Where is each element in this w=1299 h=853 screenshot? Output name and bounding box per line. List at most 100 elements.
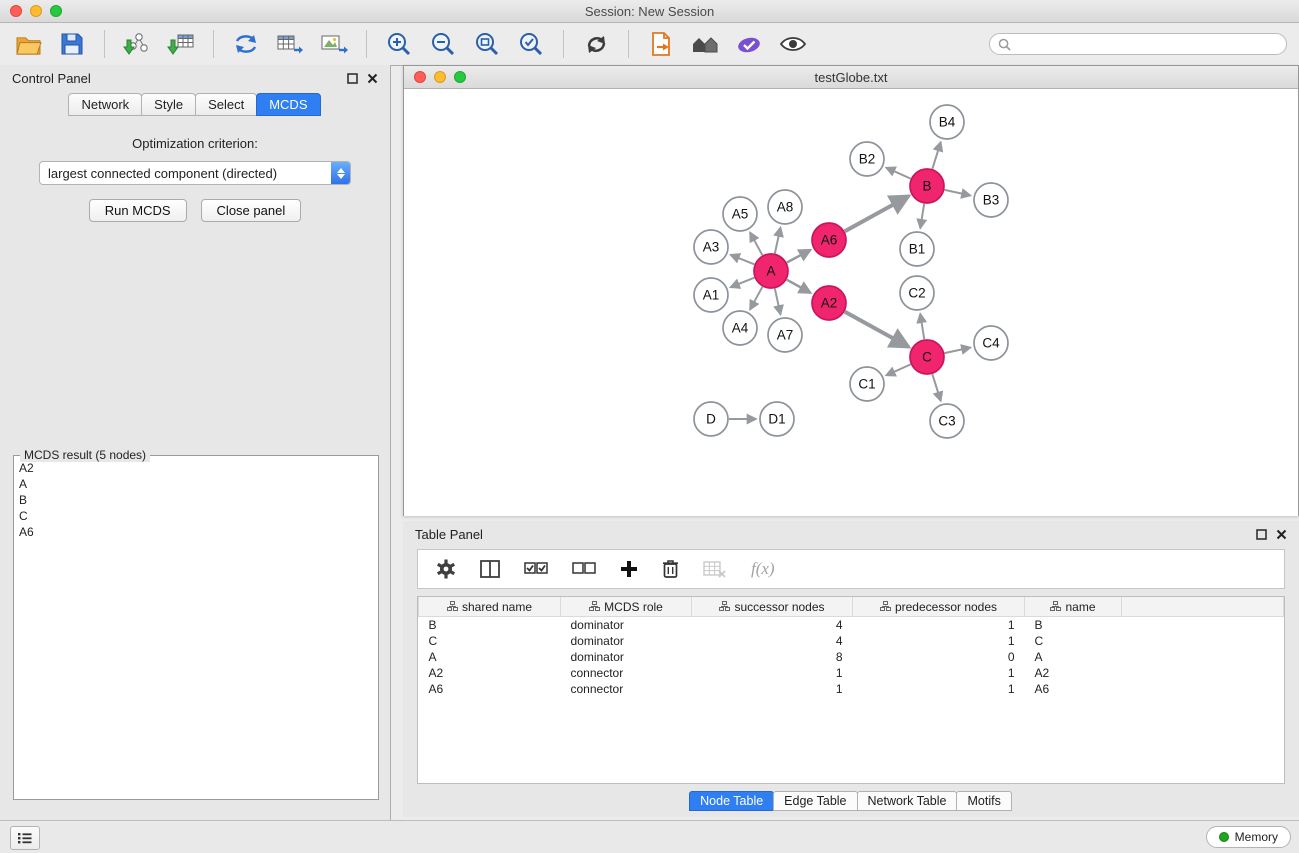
table-row[interactable]: Cdominator41C: [419, 633, 1284, 649]
column-header-MCDS-role[interactable]: MCDS role: [561, 597, 692, 617]
table-cell[interactable]: A2: [1025, 665, 1122, 681]
graph-edge-A-A3[interactable]: [730, 255, 754, 265]
graph-node-A6[interactable]: A6: [812, 223, 846, 257]
tab-network-table[interactable]: Network Table: [857, 791, 958, 811]
net-close-button[interactable]: [414, 71, 426, 83]
table-row[interactable]: Bdominator41B: [419, 617, 1284, 634]
zoom-in-button[interactable]: [383, 28, 415, 60]
graph-edge-C-C1[interactable]: [886, 364, 910, 375]
tab-select[interactable]: Select: [195, 93, 257, 116]
close-panel-icon-button[interactable]: [367, 73, 378, 84]
sync-network-button[interactable]: [230, 28, 262, 60]
graph-node-D1[interactable]: D1: [760, 402, 794, 436]
table-cell[interactable]: C: [1025, 633, 1122, 649]
table-cell[interactable]: 4: [692, 617, 853, 634]
mcds-result-list[interactable]: A2ABCA6: [14, 456, 378, 544]
table-row[interactable]: A2connector11A2: [419, 665, 1284, 681]
graph-node-A1[interactable]: A1: [694, 278, 728, 312]
graph-edge-A-A2[interactable]: [787, 280, 811, 293]
column-header-predecessor-nodes[interactable]: predecessor nodes: [853, 597, 1025, 617]
import-network-button[interactable]: [121, 28, 153, 60]
delete-column-icon[interactable]: [662, 559, 679, 579]
unselect-all-icon[interactable]: [572, 562, 596, 576]
memory-button[interactable]: Memory: [1206, 826, 1291, 848]
graph-node-D[interactable]: D: [694, 402, 728, 436]
delete-table-icon[interactable]: [703, 560, 727, 578]
graph-node-A3[interactable]: A3: [694, 230, 728, 264]
float-table-panel-button[interactable]: [1256, 529, 1267, 540]
table-cell[interactable]: connector: [561, 681, 692, 697]
tab-style[interactable]: Style: [141, 93, 196, 116]
apply-layout-button[interactable]: [580, 28, 612, 60]
graph-node-C2[interactable]: C2: [900, 276, 934, 310]
graph-node-B1[interactable]: B1: [900, 232, 934, 266]
graph-edge-A2-C[interactable]: [845, 312, 909, 347]
table-cell[interactable]: 4: [692, 633, 853, 649]
toolbar-search[interactable]: [989, 33, 1287, 55]
table-cell[interactable]: 0: [853, 649, 1025, 665]
node-table[interactable]: shared nameMCDS rolesuccessor nodesprede…: [417, 596, 1285, 784]
home-button[interactable]: [689, 28, 721, 60]
graph-edge-C-C4[interactable]: [945, 347, 971, 353]
zoom-out-button[interactable]: [427, 28, 459, 60]
column-header-name[interactable]: name: [1025, 597, 1122, 617]
table-cell[interactable]: dominator: [561, 649, 692, 665]
graph-edge-A-A4[interactable]: [750, 287, 762, 310]
graph-node-B[interactable]: B: [910, 169, 944, 203]
table-cell[interactable]: dominator: [561, 617, 692, 634]
export-image-button[interactable]: [318, 28, 350, 60]
table-row[interactable]: Adominator80A: [419, 649, 1284, 665]
net-zoom-button[interactable]: [454, 71, 466, 83]
graph-node-A2[interactable]: A2: [812, 286, 846, 320]
graph-edge-C-C2[interactable]: [920, 314, 924, 339]
close-table-panel-button[interactable]: [1276, 529, 1287, 540]
search-input[interactable]: [1016, 36, 1278, 52]
tab-network[interactable]: Network: [68, 93, 142, 116]
network-window-titlebar[interactable]: testGlobe.txt: [404, 66, 1298, 89]
table-row[interactable]: A6connector11A6: [419, 681, 1284, 697]
table-cell[interactable]: 1: [692, 665, 853, 681]
tab-motifs[interactable]: Motifs: [956, 791, 1011, 811]
save-session-button[interactable]: [56, 28, 88, 60]
show-panels-button[interactable]: [10, 826, 40, 850]
network-graph[interactable]: B4B2BB3A5A8A6B1A3AC2A1A2A4A7C4CC1C3DD1: [404, 89, 1298, 516]
function-builder-button[interactable]: f(x): [751, 559, 775, 579]
table-cell[interactable]: dominator: [561, 633, 692, 649]
optimization-criterion-dropdown[interactable]: largest connected component (directed): [39, 161, 351, 185]
tab-edge-table[interactable]: Edge Table: [773, 791, 857, 811]
import-table-button[interactable]: [165, 28, 197, 60]
graph-node-C3[interactable]: C3: [930, 404, 964, 438]
close-panel-button[interactable]: Close panel: [201, 199, 302, 222]
show-graphics-details-button[interactable]: [777, 28, 809, 60]
table-cell[interactable]: B: [1025, 617, 1122, 634]
graph-edge-A6-B[interactable]: [845, 196, 909, 231]
table-cell[interactable]: 8: [692, 649, 853, 665]
graph-edge-A-A8[interactable]: [775, 228, 781, 254]
graph-node-A8[interactable]: A8: [768, 190, 802, 224]
table-cell[interactable]: A6: [419, 681, 561, 697]
table-cell[interactable]: 1: [853, 617, 1025, 634]
style-apply-button[interactable]: [733, 28, 765, 60]
table-cell[interactable]: 1: [853, 633, 1025, 649]
column-header-successor-nodes[interactable]: successor nodes: [692, 597, 853, 617]
table-cell[interactable]: C: [419, 633, 561, 649]
graph-node-B4[interactable]: B4: [930, 105, 964, 139]
show-columns-icon[interactable]: [480, 560, 500, 578]
gear-icon[interactable]: [436, 559, 456, 579]
table-cell[interactable]: 1: [853, 665, 1025, 681]
table-cell[interactable]: A: [419, 649, 561, 665]
macos-minimize-button[interactable]: [30, 5, 42, 17]
graph-edge-A-A6[interactable]: [787, 250, 811, 263]
select-all-icon[interactable]: [524, 562, 548, 576]
graph-edge-B-B4[interactable]: [932, 142, 940, 169]
float-panel-button[interactable]: [347, 73, 358, 84]
table-cell[interactable]: A6: [1025, 681, 1122, 697]
graph-node-C[interactable]: C: [910, 340, 944, 374]
graph-node-A7[interactable]: A7: [768, 318, 802, 352]
export-table-button[interactable]: [274, 28, 306, 60]
add-column-icon[interactable]: [620, 560, 638, 578]
graph-node-A4[interactable]: A4: [723, 311, 757, 345]
macos-close-button[interactable]: [10, 5, 22, 17]
net-minimize-button[interactable]: [434, 71, 446, 83]
table-cell[interactable]: B: [419, 617, 561, 634]
